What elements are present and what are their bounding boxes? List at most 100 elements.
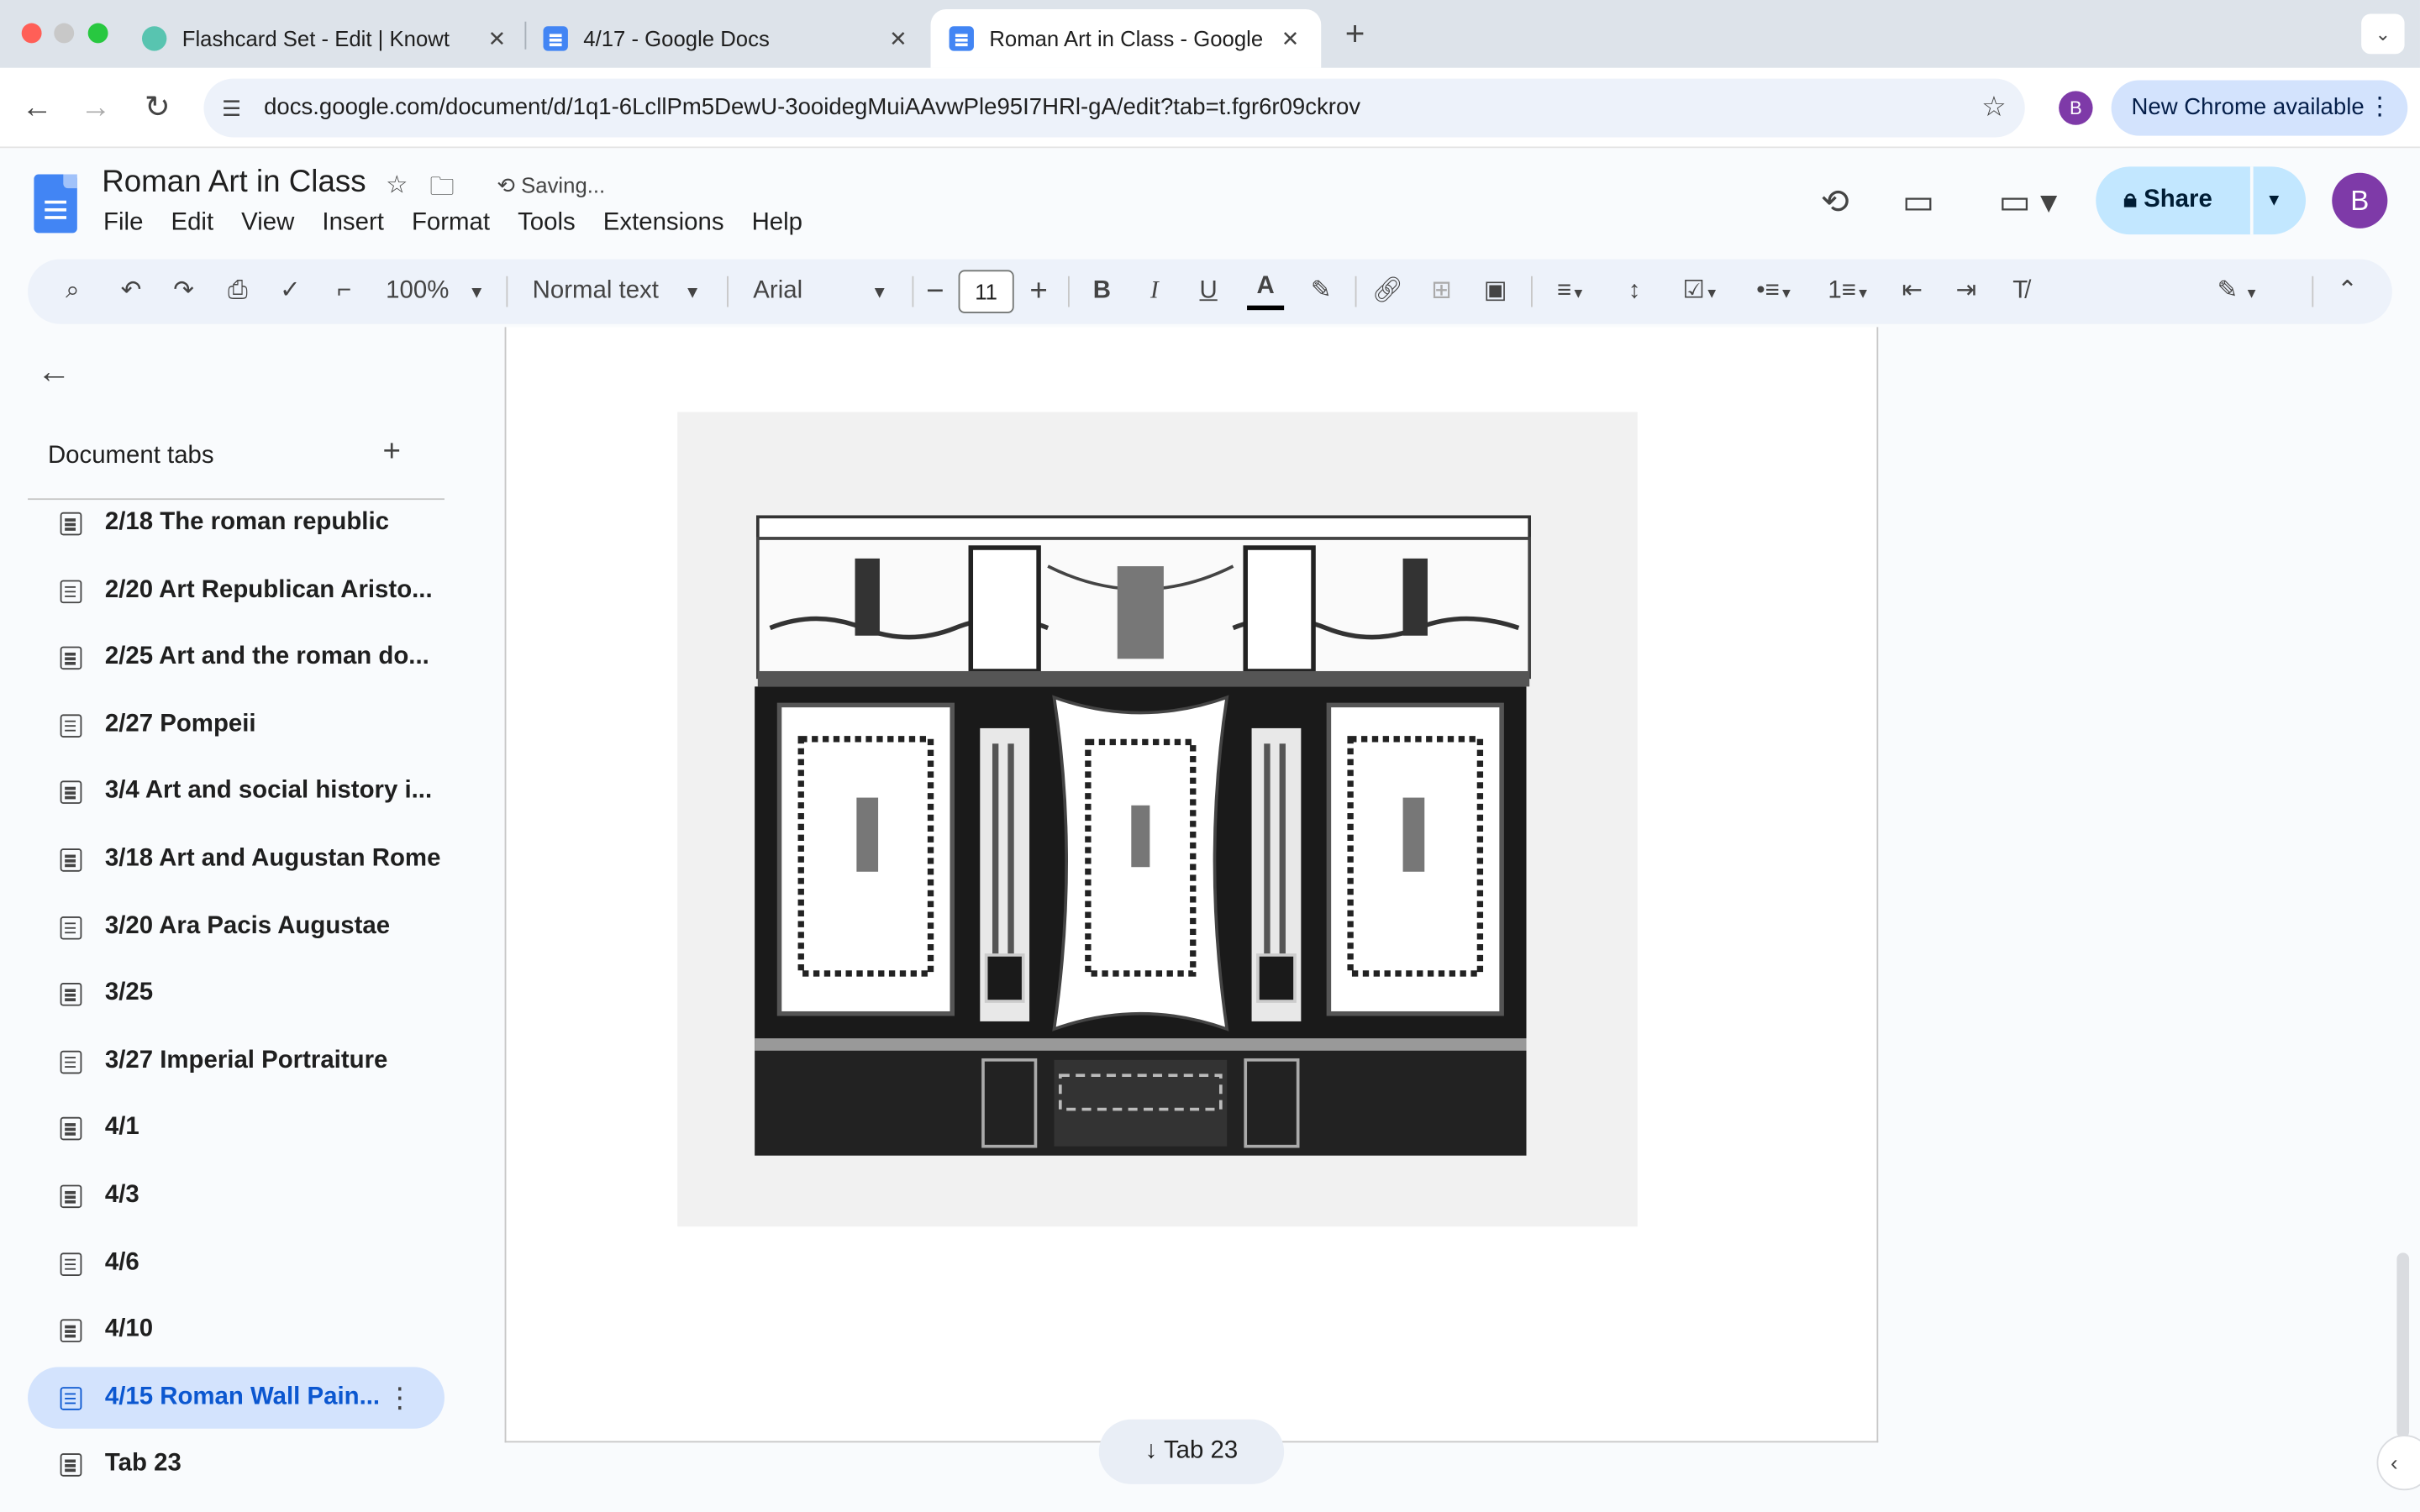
insert-link-icon[interactable]: 🔗︎	[1370, 260, 1404, 324]
sidebar-tab-item[interactable]: 2/27 Pompeii	[28, 694, 445, 755]
underline-icon[interactable]: U	[1193, 260, 1224, 324]
close-outline-arrow-icon[interactable]: ←	[37, 352, 71, 392]
menu-view[interactable]: View	[239, 210, 308, 238]
sidebar-tab-item[interactable]: 4/6	[28, 1232, 445, 1294]
sidebar-tab-item[interactable]: 4/1	[28, 1098, 445, 1159]
bookmark-star-icon[interactable]: ☆	[1981, 91, 2007, 123]
more-vert-icon[interactable]: ⋮	[2367, 81, 2391, 136]
tab-options-icon[interactable]: ⋮	[386, 1367, 413, 1428]
share-button[interactable]: 🔒︎ Share ▼	[2096, 166, 2307, 235]
sidebar-tab-label: 4/10	[104, 1316, 154, 1343]
menu-help[interactable]: Help	[750, 210, 817, 238]
next-tab-chip[interactable]: ↓ Tab 23	[1098, 1419, 1285, 1484]
add-tab-icon[interactable]: +	[383, 435, 401, 470]
docs-icon	[543, 26, 568, 51]
maximize-window-button[interactable]	[87, 23, 108, 44]
chevron-down-icon: ▼	[871, 283, 888, 302]
menu-format[interactable]: Format	[410, 210, 503, 238]
close-window-button[interactable]	[21, 23, 42, 44]
menu-edit[interactable]: Edit	[170, 210, 228, 238]
sidebar-tab-item[interactable]: 4/15 Roman Wall Pain... ⋮	[28, 1366, 445, 1429]
sidebar-tab-item[interactable]: 3/18 Art and Augustan Rome	[28, 828, 445, 890]
browser-tab-roman-art[interactable]: Roman Art in Class - Google D ✕	[930, 9, 1322, 68]
meet-icon[interactable]: ▭ ▾	[1991, 179, 2065, 225]
sidebar-tab-item[interactable]: 3/20 Ara Pacis Augustae	[28, 895, 445, 957]
sidebar-tab-item[interactable]: 2/18 The roman republic	[28, 492, 445, 554]
tab-search-button[interactable]: ⌄	[2361, 13, 2405, 55]
roman-wall-painting-image[interactable]	[677, 412, 1638, 1227]
sidebar-tab-item[interactable]: 4/3	[28, 1165, 445, 1226]
address-bar[interactable]: ☰ docs.google.com/document/d/1q1-6LcllPm…	[203, 78, 2025, 138]
share-dropdown-icon[interactable]: ▼	[2265, 166, 2282, 234]
sidebar-tab-item[interactable]: Tab 23	[28, 1434, 445, 1495]
sidebar-tab-item[interactable]: 4/10	[28, 1299, 445, 1361]
print-icon[interactable]: ⎙	[221, 260, 255, 324]
paragraph-style-select[interactable]: Normal text ▼	[533, 260, 730, 324]
back-icon[interactable]: ←	[15, 87, 58, 129]
redo-icon[interactable]: ↷	[166, 260, 200, 324]
decrease-indent-icon[interactable]: ⇤	[1895, 260, 1928, 324]
star-icon[interactable]: ☆	[386, 170, 408, 212]
clear-formatting-icon[interactable]: T̸	[2003, 260, 2037, 324]
move-folder-icon[interactable]: 🗀	[429, 170, 454, 212]
new-tab-button[interactable]: +	[1337, 13, 1374, 55]
save-status: ⟲ Saving...	[497, 173, 605, 199]
new-chrome-available-button[interactable]: New Chrome available ⋮	[2111, 80, 2408, 136]
sync-icon: ⟲	[497, 172, 515, 198]
forward-icon[interactable]: →	[74, 87, 117, 129]
zoom-select[interactable]: 100% ▼	[386, 260, 500, 324]
italic-icon[interactable]: I	[1139, 260, 1170, 324]
font-size-input[interactable]: 11	[958, 270, 1014, 313]
browser-tab-knowt[interactable]: Flashcard Set - Edit | Knowt ✕	[124, 9, 528, 68]
increase-indent-icon[interactable]: ⇥	[1949, 260, 1983, 324]
sidebar-tab-item[interactable]: 2/25 Art and the roman do...	[28, 627, 445, 688]
document-tab-icon	[60, 579, 82, 603]
bulleted-list-icon[interactable]: •≡▼	[1747, 260, 1802, 324]
close-tab-icon[interactable]: ✕	[886, 25, 910, 51]
docs-logo-icon[interactable]	[34, 174, 77, 234]
checklist-icon[interactable]: ☑▼	[1673, 260, 1728, 324]
add-comment-icon[interactable]: ⊞	[1424, 260, 1458, 324]
editing-mode-icon[interactable]: ✎ ▼	[2204, 260, 2272, 324]
menu-tools[interactable]: Tools	[516, 210, 589, 238]
sidebar-tab-item[interactable]: 3/27 Imperial Portraiture	[28, 1031, 445, 1092]
sidebar-tab-item[interactable]: 2/20 Art Republican Aristo...	[28, 559, 445, 621]
menu-insert[interactable]: Insert	[321, 210, 398, 238]
search-menus-icon[interactable]: ⌕	[55, 260, 89, 324]
sidebar-tab-item[interactable]: 3/4 Art and social history i...	[28, 761, 445, 822]
document-title[interactable]: Roman Art in Class	[102, 165, 366, 201]
paint-format-icon[interactable]: ⌐	[327, 260, 360, 324]
profile-avatar[interactable]: B	[2059, 91, 2093, 125]
increase-font-size-icon[interactable]: +	[1023, 260, 1055, 324]
browser-tab-4-17[interactable]: 4/17 - Google Docs ✕	[524, 9, 929, 68]
minimize-window-button[interactable]	[54, 23, 75, 44]
undo-icon[interactable]: ↶	[114, 260, 148, 324]
formatting-toolbar: ⌕ ↶ ↷ ⎙ ✓ ⌐ 100% ▼ Normal text ▼ Arial ▼…	[28, 259, 2392, 324]
highlight-icon[interactable]: ✎	[1304, 260, 1338, 324]
text-color-icon[interactable]: A	[1247, 273, 1285, 311]
close-tab-icon[interactable]: ✕	[485, 25, 509, 51]
close-tab-icon[interactable]: ✕	[1278, 25, 1302, 51]
decrease-font-size-icon[interactable]: −	[920, 260, 951, 324]
font-select[interactable]: Arial ▼	[753, 260, 908, 324]
numbered-list-icon[interactable]: 1≡▼	[1818, 260, 1880, 324]
menu-file[interactable]: File	[102, 210, 157, 238]
bold-icon[interactable]: B	[1086, 260, 1118, 324]
zoom-value: 100%	[386, 277, 450, 304]
collapse-toolbar-icon[interactable]: ⌃	[2330, 260, 2364, 324]
toolbar-divider	[912, 276, 914, 307]
comments-icon[interactable]: ▭	[1895, 179, 1941, 225]
align-left-icon[interactable]: ≡▼	[1544, 260, 1599, 324]
document-canvas: ↓ Tab 23	[463, 327, 2402, 1512]
vertical-scrollbar[interactable]	[2396, 1252, 2410, 1438]
account-avatar[interactable]: B	[2332, 172, 2388, 228]
insert-image-icon[interactable]: ▣	[1479, 260, 1512, 324]
menu-extensions[interactable]: Extensions	[602, 210, 738, 238]
sidebar-tab-item[interactable]: 3/25	[28, 963, 445, 1024]
spellcheck-icon[interactable]: ✓	[273, 260, 307, 324]
url-text[interactable]: docs.google.com/document/d/1q1-6LcllPm5D…	[264, 79, 1360, 138]
line-spacing-icon[interactable]: ↕	[1618, 260, 1651, 324]
site-settings-icon[interactable]: ☰	[216, 92, 247, 123]
reload-icon[interactable]: ↻	[136, 87, 179, 129]
version-history-icon[interactable]: ⟲	[1812, 179, 1858, 225]
